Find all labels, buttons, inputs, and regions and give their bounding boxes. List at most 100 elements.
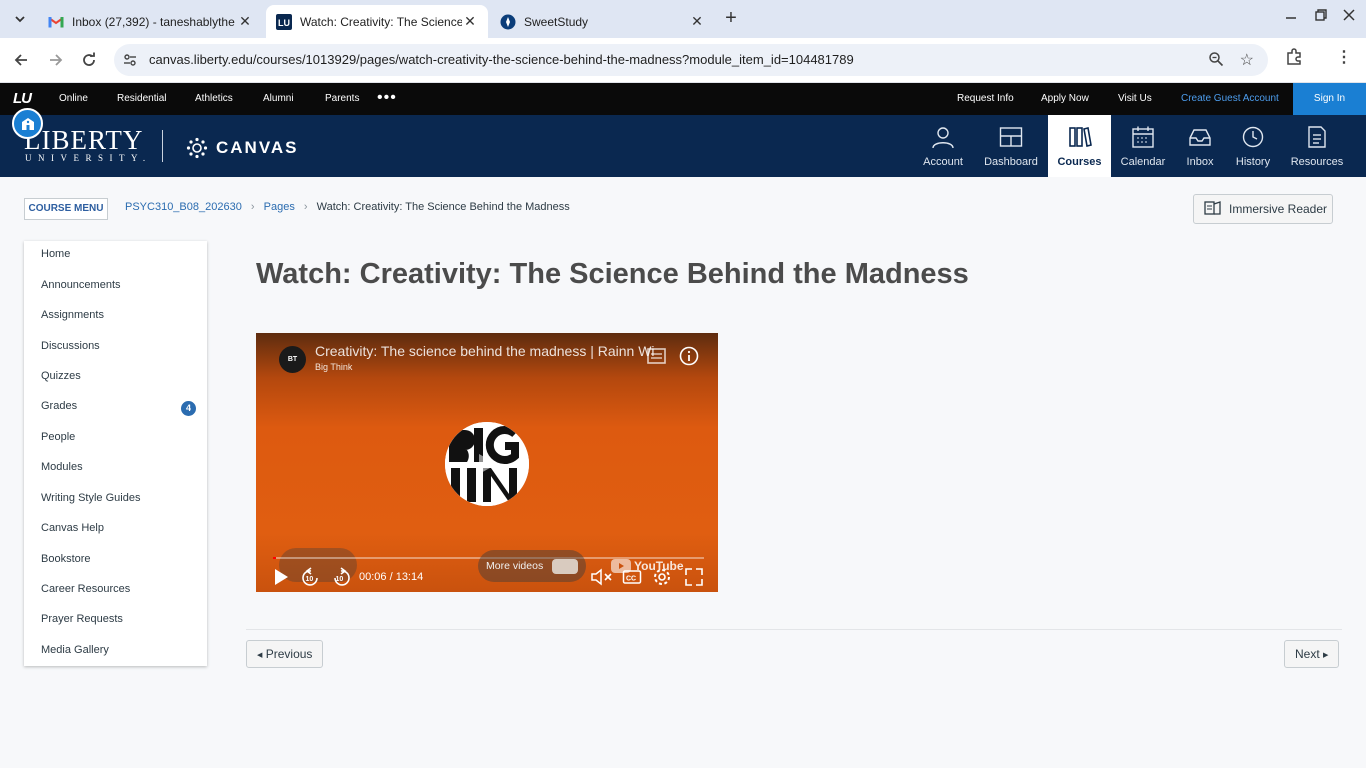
global-nav-label: Courses: [1057, 156, 1102, 168]
svg-text:LU: LU: [278, 18, 290, 28]
mute-button[interactable]: [590, 567, 614, 592]
course-nav-quizzes[interactable]: Quizzes: [41, 370, 81, 382]
svg-text:10: 10: [306, 576, 314, 583]
close-tab-icon[interactable]: ✕: [462, 13, 478, 30]
close-window-button[interactable]: [1339, 9, 1359, 29]
fullscreen-icon: [685, 568, 703, 586]
more-links-icon[interactable]: •••: [377, 89, 397, 107]
global-nav-history[interactable]: History: [1228, 115, 1278, 177]
link-visit-us[interactable]: Visit Us: [1118, 93, 1152, 104]
liberty-icon: LU: [276, 13, 292, 30]
extensions-icon[interactable]: [1285, 48, 1303, 71]
rewind-10-button[interactable]: 10: [300, 567, 322, 592]
close-tab-icon[interactable]: ✕: [689, 13, 705, 30]
calendar-icon: [1131, 125, 1155, 152]
video-time: 00:06 / 13:14: [359, 571, 424, 583]
liberty-logo[interactable]: LU: [13, 90, 32, 107]
tab-title: Watch: Creativity: The Science B: [300, 14, 462, 29]
next-button[interactable]: Next ▶: [1284, 640, 1340, 668]
watch-later-icon[interactable]: [646, 346, 668, 371]
global-nav-resources[interactable]: Resources: [1286, 115, 1348, 177]
link-athletics[interactable]: Athletics: [195, 93, 233, 104]
previous-label: Previous: [265, 647, 313, 661]
center-play-icon[interactable]: [469, 450, 505, 483]
breadcrumb-pages[interactable]: Pages: [264, 201, 295, 213]
site-info-icon[interactable]: [122, 52, 138, 73]
resources-icon: [1305, 125, 1329, 152]
course-nav-discussions[interactable]: Discussions: [41, 340, 100, 352]
breadcrumb-current: Watch: Creativity: The Science Behind th…: [316, 201, 570, 213]
immersive-reader-icon: [1204, 200, 1222, 219]
back-button[interactable]: [10, 49, 32, 71]
gear-icon: [654, 569, 670, 585]
course-nav-media-gallery[interactable]: Media Gallery: [41, 644, 109, 656]
course-nav-career-resources[interactable]: Career Resources: [41, 583, 130, 595]
captions-button[interactable]: CC: [622, 567, 642, 592]
course-nav-modules[interactable]: Modules: [41, 461, 83, 473]
restore-button[interactable]: [1311, 9, 1331, 29]
bookmark-star-icon[interactable]: ☆: [1240, 50, 1254, 70]
zoom-icon[interactable]: [1208, 51, 1224, 72]
link-alumni[interactable]: Alumni: [263, 93, 294, 104]
arrow-right-icon: [50, 54, 63, 66]
forward-10-button[interactable]: 10: [330, 567, 352, 592]
close-icon: [1343, 9, 1355, 21]
course-nav-writing-style-guides[interactable]: Writing Style Guides: [41, 492, 140, 504]
link-online[interactable]: Online: [59, 93, 88, 104]
info-icon[interactable]: [679, 346, 699, 371]
previous-button[interactable]: ◀ Previous: [246, 640, 324, 668]
global-nav-dashboard[interactable]: Dashboard: [978, 115, 1044, 177]
accessibility-icon: [21, 117, 34, 130]
link-apply-now[interactable]: Apply Now: [1041, 93, 1089, 104]
browser-menu-icon[interactable]: ⋮: [1336, 47, 1352, 67]
tab-canvas-page[interactable]: LU Watch: Creativity: The Science B ✕: [266, 5, 488, 38]
youtube-video-player[interactable]: BT Creativity: The science behind the ma…: [256, 333, 718, 592]
global-nav-account[interactable]: Account: [914, 115, 972, 177]
course-menu-button[interactable]: COURSE MENU: [24, 198, 108, 220]
tab-gmail[interactable]: Inbox (27,392) - taneshablythe ✕: [38, 5, 263, 38]
link-create-guest-account[interactable]: Create Guest Account: [1181, 93, 1279, 104]
global-nav-inbox[interactable]: Inbox: [1176, 115, 1224, 177]
dashboard-icon: [999, 125, 1023, 152]
video-title[interactable]: Creativity: The science behind the madne…: [315, 343, 687, 359]
course-nav-bookstore[interactable]: Bookstore: [41, 553, 91, 565]
immersive-reader-button[interactable]: Immersive Reader: [1193, 194, 1333, 224]
canvas-logo[interactable]: CANVAS: [186, 137, 299, 159]
course-nav-people[interactable]: People: [41, 431, 75, 443]
svg-text:CC: CC: [626, 576, 636, 583]
triangle-left-icon: ◀: [257, 652, 263, 659]
tab-search-button[interactable]: [8, 7, 32, 31]
next-label: Next: [1295, 647, 1320, 661]
play-button[interactable]: [272, 567, 290, 592]
sign-in-button[interactable]: Sign In: [1293, 83, 1366, 115]
restore-icon: [1315, 9, 1327, 21]
video-channel-name[interactable]: Big Think: [315, 362, 352, 372]
breadcrumb-course[interactable]: PSYC310_B08_202630: [125, 201, 242, 213]
minimize-button[interactable]: [1281, 9, 1301, 29]
liberty-brand[interactable]: LIBERTY: [24, 127, 143, 154]
reload-button[interactable]: [78, 49, 100, 71]
channel-avatar[interactable]: BT: [279, 346, 306, 373]
forward-button[interactable]: [45, 49, 67, 71]
course-nav-canvas-help[interactable]: Canvas Help: [41, 522, 104, 534]
course-nav-announcements[interactable]: Announcements: [41, 279, 121, 291]
address-bar[interactable]: canvas.liberty.edu/courses/1013929/pages…: [114, 44, 1268, 76]
immersive-reader-label: Immersive Reader: [1229, 202, 1328, 216]
global-nav-courses[interactable]: Courses: [1048, 115, 1111, 177]
link-residential[interactable]: Residential: [117, 93, 166, 104]
tab-title: SweetStudy: [524, 14, 589, 29]
course-nav-prayer-requests[interactable]: Prayer Requests: [41, 613, 123, 625]
link-request-info[interactable]: Request Info: [957, 93, 1014, 104]
fullscreen-button[interactable]: [684, 567, 704, 592]
accessibility-widget-button[interactable]: [12, 108, 43, 139]
course-nav-assignments[interactable]: Assignments: [41, 309, 104, 321]
course-nav-grades[interactable]: Grades: [41, 400, 77, 412]
global-nav-calendar[interactable]: Calendar: [1115, 115, 1171, 177]
new-tab-button[interactable]: +: [720, 8, 742, 30]
close-tab-icon[interactable]: ✕: [237, 13, 253, 30]
course-nav-home[interactable]: Home: [41, 248, 70, 260]
settings-button[interactable]: [652, 567, 672, 592]
link-parents[interactable]: Parents: [325, 93, 359, 104]
more-videos-button[interactable]: More videos: [478, 550, 586, 582]
tab-sweetstudy[interactable]: SweetStudy ✕: [490, 5, 715, 38]
